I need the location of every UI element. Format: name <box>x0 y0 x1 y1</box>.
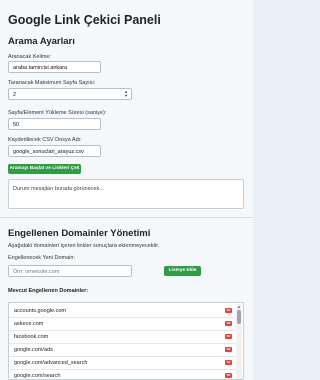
list-item: accounts.google.com Sil <box>9 306 235 318</box>
delete-button[interactable]: Sil <box>225 321 232 326</box>
wait-time-label: Sayfa/Element Yükleme Süresi (saniye): <box>8 110 107 116</box>
new-domain-input[interactable]: Örn: orneksite.com <box>8 265 132 277</box>
list-item: google.com/advanced_search Sil <box>9 358 235 370</box>
domain-text: google.com/search <box>14 373 61 379</box>
list-item: facebook.com Sil <box>9 332 235 344</box>
keyword-input[interactable]: araba tamircisi ankara <box>8 61 101 73</box>
scroll-up-icon[interactable]: ▲ <box>236 304 242 309</box>
delete-button[interactable]: Sil <box>225 347 232 352</box>
csv-file-input[interactable]: google_sonuclari_arayuz.csv <box>8 145 101 157</box>
domain-text: accounts.google.com <box>14 308 66 314</box>
blocked-list-heading: Mevcut Engellenen Domainler: <box>8 288 89 294</box>
delete-button[interactable]: Sil <box>225 308 232 313</box>
max-pages-value: 2 <box>13 92 17 98</box>
list-item: google.com/ads Sil <box>9 345 235 357</box>
list-item: google.com/search Sil <box>9 371 235 379</box>
wait-time-input[interactable]: 50 <box>8 118 101 130</box>
scroll-thumb[interactable] <box>237 310 241 324</box>
spinner-arrows-icon[interactable]: ▲ ▼ <box>124 90 128 98</box>
delete-button[interactable]: Sil <box>225 360 232 365</box>
delete-button[interactable]: Sil <box>225 373 232 378</box>
keyword-label: Aranacak Kelime: <box>8 54 52 60</box>
blocked-domains-description: Aşağıdaki domainleri içeren linkler sonu… <box>8 243 160 249</box>
domain-text: google.com/advanced_search <box>14 360 88 366</box>
status-box: Durum mesajları burada görünecek... <box>8 179 244 209</box>
list-item: askece.com Sil <box>9 319 235 331</box>
list-scrollbar[interactable]: ▲ <box>236 304 242 379</box>
new-domain-label: Engellenecek Yeni Domain: <box>8 255 75 261</box>
csv-file-label: Kaydedilecek CSV Dosya Adı: <box>8 137 82 143</box>
max-pages-label: Taranacak Maksimum Sayfa Sayısı: <box>8 80 96 86</box>
divider <box>0 217 253 218</box>
start-search-button[interactable]: Aramayı Başlat ve Linkleri Çek <box>8 164 81 174</box>
domain-text: facebook.com <box>14 334 49 340</box>
add-domain-button[interactable]: Listeye Ekle <box>164 266 201 276</box>
max-pages-input[interactable]: 2 ▲ ▼ <box>8 88 132 100</box>
page-title: Google Link Çekici Paneli <box>8 13 161 27</box>
delete-button[interactable]: Sil <box>225 334 232 339</box>
search-settings-heading: Arama Ayarları <box>8 36 75 47</box>
blocked-domain-list[interactable]: accounts.google.com Sil askece.com Sil f… <box>8 302 244 380</box>
main-panel: Google Link Çekici Paneli Arama Ayarları… <box>0 0 253 380</box>
domain-text: askece.com <box>14 321 44 327</box>
blocked-domains-heading: Engellenen Domainler Yönetimi <box>8 228 151 239</box>
domain-text: google.com/ads <box>14 347 53 353</box>
